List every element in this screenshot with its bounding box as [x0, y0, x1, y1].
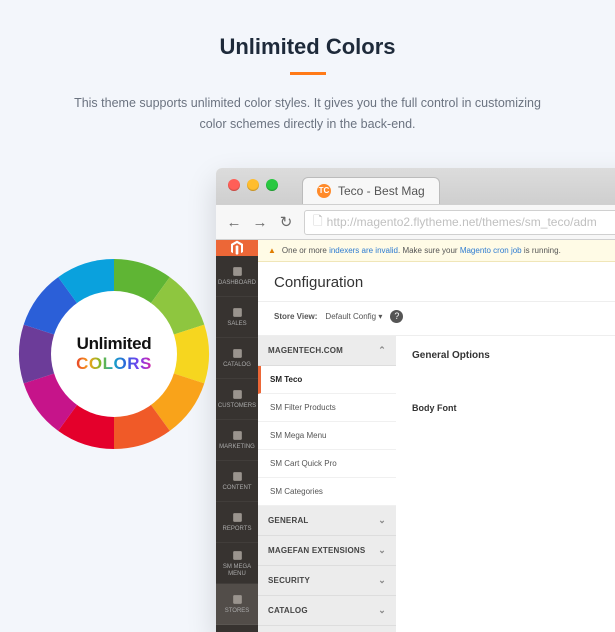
accordion-header[interactable]: CUSTOMERS⌄	[258, 626, 396, 632]
accordion-header-magentech[interactable]: MAGENTECH.COM⌃	[258, 336, 396, 366]
store-view-label: Store View:	[274, 312, 317, 321]
browser-titlebar: TC Teco - Best Mag	[216, 168, 615, 204]
sidebar-item-smmega[interactable]: SM MEGA MENU	[216, 543, 258, 584]
page-icon: 🗋	[313, 212, 323, 233]
tab-title: Teco - Best Mag	[338, 184, 425, 198]
sidebar-item-marketing[interactable]: MARKETING	[216, 420, 258, 461]
accordion-header[interactable]: MAGEFAN EXTENSIONS⌄	[258, 536, 396, 566]
panel-heading: General Options	[412, 350, 615, 361]
page-subtitle: This theme supports unlimited color styl…	[68, 93, 548, 136]
nav-reload-icon[interactable]: ↻	[278, 213, 294, 231]
color-wheel-graphic: Unlimited COLORS	[14, 254, 214, 454]
config-nav-item[interactable]: SM Teco	[258, 366, 396, 394]
sidebar-item-reports[interactable]: REPORTS	[216, 502, 258, 543]
divider	[290, 72, 326, 75]
window-close-icon[interactable]	[228, 179, 240, 191]
alert-banner: ▲ One or more indexers are invalid. Make…	[258, 240, 615, 262]
chevron-down-icon: ⌄	[378, 545, 386, 556]
magento-logo-icon[interactable]	[216, 240, 258, 256]
sidebar-item-catalog[interactable]: CATALOG	[216, 338, 258, 379]
wheel-text-2: COLORS	[76, 354, 152, 374]
sidebar-item-sales[interactable]: SALES	[216, 297, 258, 338]
chevron-down-icon: ⌄	[378, 605, 386, 616]
sidebar-item-dashboard[interactable]: DASHBOARD	[216, 256, 258, 297]
nav-back-icon[interactable]: ←	[226, 214, 242, 231]
sidebar-item-content[interactable]: CONTENT	[216, 461, 258, 502]
wheel-text-1: Unlimited	[77, 334, 152, 354]
url-text: http://magento2.flytheme.net/themes/sm_t…	[327, 215, 597, 229]
config-nav-item[interactable]: SM Filter Products	[258, 394, 396, 422]
sidebar-item-customers[interactable]: CUSTOMERS	[216, 379, 258, 420]
magento-sidebar: DASHBOARDSALESCATALOGCUSTOMERSMARKETINGC…	[216, 240, 258, 632]
sidebar-item-stores[interactable]: STORES	[216, 584, 258, 625]
accordion-header[interactable]: GENERAL⌄	[258, 506, 396, 536]
body-font-heading: Body Font	[412, 403, 615, 413]
alert-link-cron[interactable]: Magento cron job	[460, 246, 522, 255]
help-icon[interactable]: ?	[390, 310, 403, 323]
nav-forward-icon[interactable]: →	[252, 214, 268, 231]
page-title: Unlimited Colors	[40, 34, 575, 60]
config-sidebar: MAGENTECH.COM⌃ SM TecoSM Filter Products…	[258, 336, 396, 632]
browser-window: TC Teco - Best Mag ← → ↻ 🗋 http://magent…	[216, 168, 615, 632]
sidebar-item-system[interactable]: SYSTEM	[216, 625, 258, 632]
alert-link-indexers[interactable]: indexers are invalid	[329, 246, 398, 255]
window-maximize-icon[interactable]	[266, 179, 278, 191]
favicon-icon: TC	[317, 184, 331, 198]
chevron-down-icon: ⌄	[378, 515, 386, 526]
chevron-up-icon: ⌃	[378, 345, 386, 356]
window-minimize-icon[interactable]	[247, 179, 259, 191]
browser-tab[interactable]: TC Teco - Best Mag	[302, 177, 440, 204]
config-nav-item[interactable]: SM Cart Quick Pro	[258, 450, 396, 478]
config-heading: Configuration	[258, 262, 615, 302]
chevron-down-icon: ⌄	[378, 575, 386, 586]
config-nav-item[interactable]: SM Mega Menu	[258, 422, 396, 450]
config-nav-item[interactable]: SM Categories	[258, 478, 396, 506]
url-input[interactable]: 🗋 http://magento2.flytheme.net/themes/sm…	[304, 210, 615, 235]
store-view-select[interactable]: Default Config ▾	[325, 312, 382, 321]
accordion-header[interactable]: CATALOG⌄	[258, 596, 396, 626]
accordion-header[interactable]: SECURITY⌄	[258, 566, 396, 596]
warning-icon: ▲	[268, 246, 276, 255]
